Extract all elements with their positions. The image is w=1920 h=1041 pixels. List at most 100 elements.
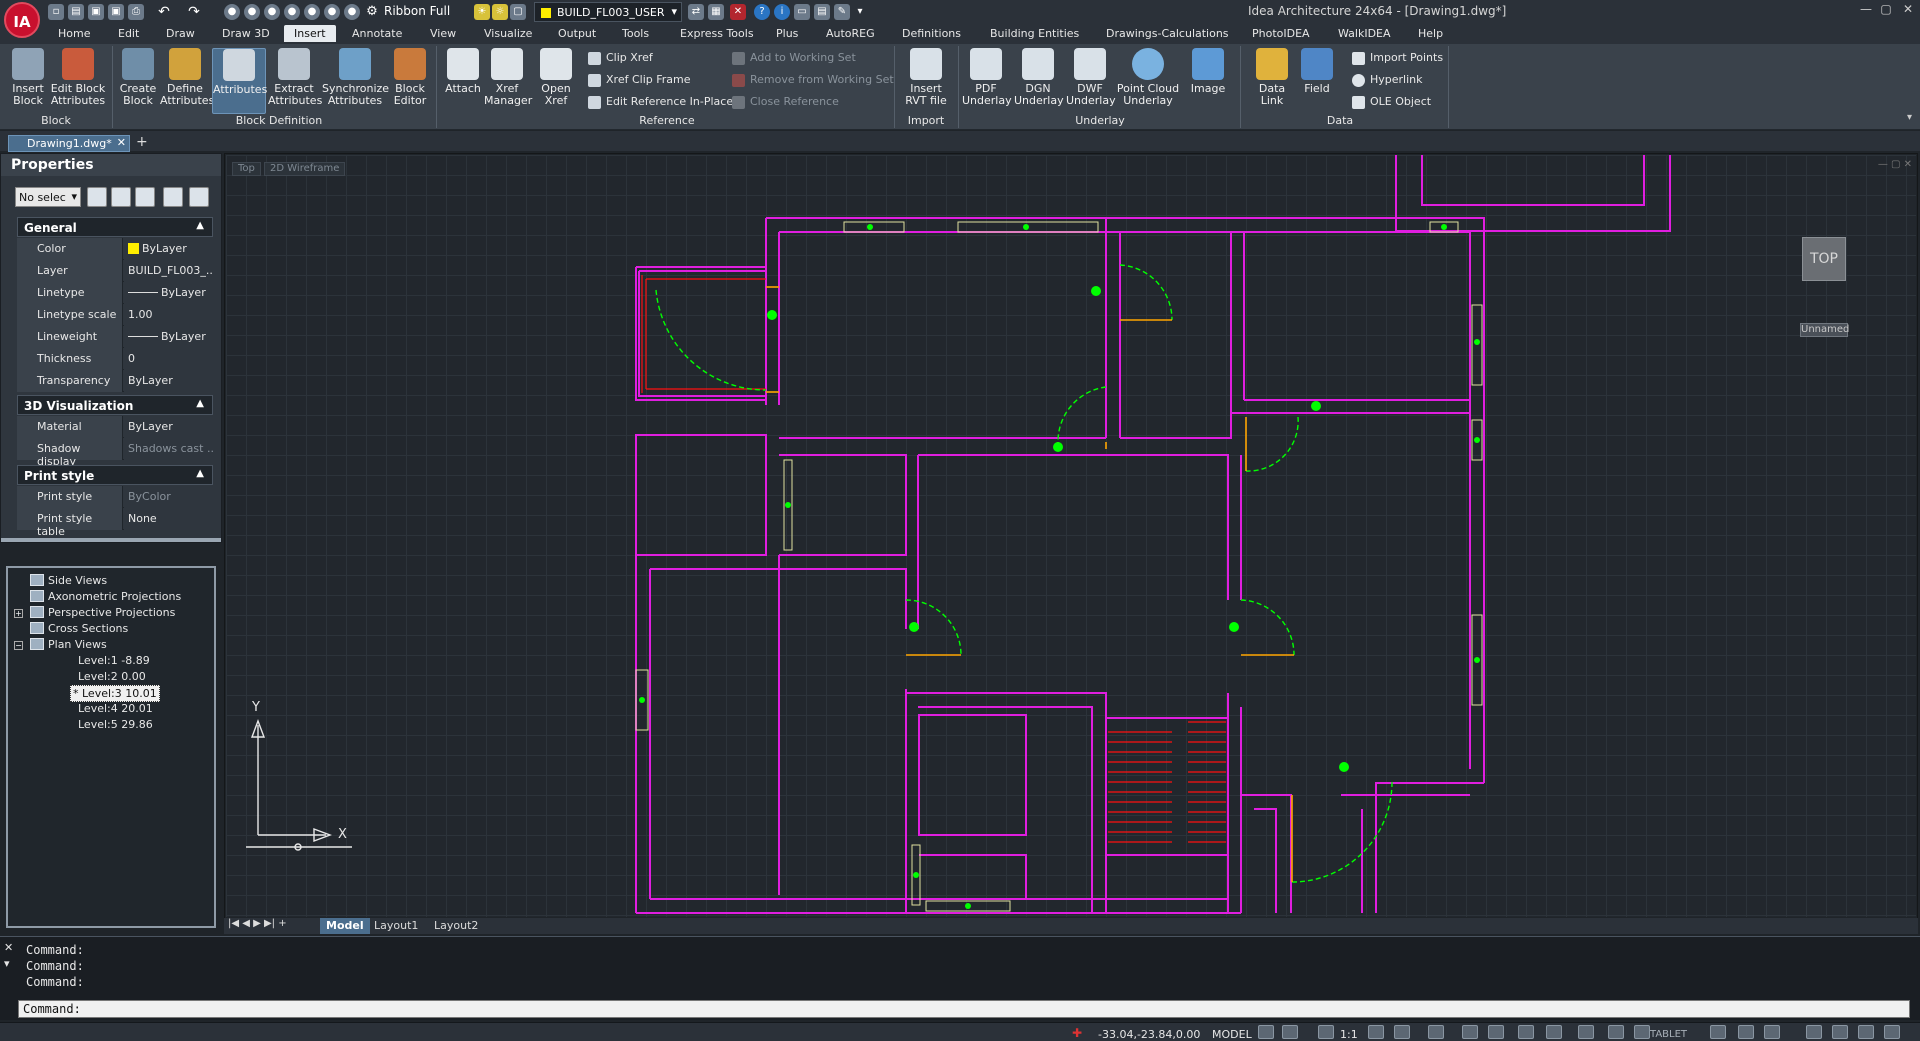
prop-row[interactable]: Print style table None — [17, 508, 213, 538]
maximize-icon[interactable]: ▢ — [1876, 2, 1896, 20]
ortho-icon[interactable] — [1428, 1025, 1444, 1039]
settings-icon[interactable] — [1858, 1025, 1874, 1039]
folder-icon[interactable]: ▭ — [794, 4, 810, 20]
prop-row[interactable]: Lineweight ByLayer — [17, 326, 213, 348]
tab-model[interactable]: Model — [320, 918, 370, 934]
palette-splitter[interactable] — [1, 538, 221, 542]
tab-annotate[interactable]: Annotate — [352, 27, 402, 40]
new-tab-icon[interactable]: + — [136, 134, 148, 150]
light-icon[interactable]: ● — [264, 4, 280, 20]
panel-label-block-definition[interactable]: Block Definition — [214, 114, 344, 127]
tab-help[interactable]: Help — [1418, 27, 1443, 40]
hardware-accel-icon[interactable] — [1738, 1025, 1754, 1039]
tab-autoreg[interactable]: AutoREG — [826, 27, 875, 40]
tab-photoidea[interactable]: PhotoIDEA — [1252, 27, 1310, 40]
tab-insert[interactable]: Insert — [284, 25, 336, 42]
app-logo[interactable]: IA — [4, 2, 40, 38]
select-objects-icon[interactable] — [111, 187, 131, 207]
open-xref-button[interactable]: Open Xref — [534, 48, 578, 107]
annotation-icon[interactable] — [1318, 1025, 1334, 1039]
tree-item-axonometric[interactable]: Axonometric Projections — [30, 590, 181, 603]
edit-reference-in-place-button[interactable]: Edit Reference In-Place — [586, 94, 733, 112]
layout-icon[interactable] — [1832, 1025, 1848, 1039]
pdf-underlay-button[interactable]: PDF Underlay — [962, 48, 1012, 107]
xref-clip-frame-button[interactable]: Xref Clip Frame — [586, 72, 691, 90]
expand-icon[interactable]: + — [14, 609, 23, 618]
field-button[interactable]: Field — [1298, 48, 1336, 95]
camera-icon[interactable]: ● — [324, 4, 340, 20]
hyperlink-button[interactable]: Hyperlink — [1350, 72, 1423, 90]
dwf-underlay-button[interactable]: DWF Underlay — [1066, 48, 1116, 107]
ucs-name-badge[interactable]: Unnamed — [1800, 323, 1849, 337]
data-link-button[interactable]: Data Link — [1250, 48, 1294, 107]
prop-row[interactable]: Layer BUILD_FL003_... — [17, 260, 213, 282]
minimize-icon[interactable]: — — [1856, 2, 1876, 20]
qa-dropdown-icon[interactable]: ▾ — [852, 4, 868, 20]
annotation-scale[interactable]: 1:1 — [1340, 1028, 1358, 1041]
level-item[interactable]: Level:4 20.01 — [78, 702, 153, 715]
globe-icon[interactable]: ● — [304, 4, 320, 20]
section-general[interactable]: General ▲ — [17, 217, 213, 237]
annotation-visibility-icon[interactable] — [1368, 1025, 1384, 1039]
print-icon[interactable]: ⎙ — [128, 4, 144, 20]
prop-row[interactable]: Shadow display Shadows cast ... — [17, 438, 213, 468]
tab-layout2[interactable]: Layout2 — [428, 918, 484, 934]
orbit-icon[interactable]: ● — [224, 4, 240, 20]
drawing-canvas[interactable]: Top 2D Wireframe — ▢ ✕ Y X TOP Unnamed — [226, 155, 1916, 917]
attach-button[interactable]: Attach — [442, 48, 484, 95]
insert-block-button[interactable]: Insert Block — [6, 48, 50, 107]
sun-icon[interactable]: ● — [284, 4, 300, 20]
prop-row[interactable]: Transparency ByLayer — [17, 370, 213, 392]
osnap-icon[interactable] — [1488, 1025, 1504, 1039]
close-reference-button[interactable]: Close Reference — [730, 94, 839, 112]
add-to-working-set-button[interactable]: Add to Working Set — [730, 50, 856, 68]
tab-tools[interactable]: Tools — [622, 27, 649, 40]
prop-row[interactable]: Linetype scale 1.00 — [17, 304, 213, 326]
workspace-icon[interactable] — [1394, 1025, 1410, 1039]
tab-output[interactable]: Output — [558, 27, 596, 40]
xref-manager-button[interactable]: Xref Manager — [484, 48, 532, 107]
import-points-button[interactable]: Import Points — [1350, 50, 1443, 68]
close-command-icon[interactable]: ✕ — [4, 941, 13, 954]
tab-draw[interactable]: Draw — [166, 27, 195, 40]
selection-dropdown[interactable]: No selec ▾ — [15, 187, 81, 207]
tools-icon[interactable]: ▤ — [814, 4, 830, 20]
command-input[interactable]: Command: — [18, 1000, 1910, 1018]
prop-row[interactable]: Print style ByColor — [17, 486, 213, 508]
otrack-icon[interactable] — [1518, 1025, 1534, 1039]
remove-from-working-set-button[interactable]: Remove from Working Set — [730, 72, 894, 90]
tree-item-side-views[interactable]: Side Views — [30, 574, 107, 587]
lineweight-icon[interactable] — [1546, 1025, 1562, 1039]
redo-icon[interactable]: ↷ — [186, 4, 202, 20]
tablet-mode[interactable]: TABLET — [1650, 1029, 1687, 1040]
close-tab-icon[interactable]: ✕ — [117, 136, 126, 149]
prop-row[interactable]: Material ByLayer — [17, 416, 213, 438]
transparency-icon[interactable] — [1578, 1025, 1594, 1039]
point-cloud-underlay-button[interactable]: Point Cloud Underlay — [1116, 48, 1180, 107]
new-icon[interactable]: ▫ — [48, 4, 64, 20]
level-item[interactable]: Level:2 0.00 — [78, 670, 146, 683]
layer-states-icon[interactable]: ▦ — [708, 4, 724, 20]
tree-item-plan-views[interactable]: Plan Views — [30, 638, 107, 651]
coordinate-readout[interactable]: -33.04,-23.84,0.00 — [1098, 1028, 1200, 1041]
view-icon[interactable]: ● — [344, 4, 360, 20]
selection-cycling-icon[interactable] — [1608, 1025, 1624, 1039]
info-icon[interactable]: i — [774, 4, 790, 20]
ole-object-button[interactable]: OLE Object — [1350, 94, 1431, 112]
level-item[interactable]: Level:5 29.86 — [78, 718, 153, 731]
document-tab[interactable]: Drawing1.dwg* ✕ — [8, 135, 130, 152]
save-as-icon[interactable]: ▣ — [108, 4, 124, 20]
insert-rvt-file-button[interactable]: Insert RVT file — [898, 48, 954, 107]
open-icon[interactable]: ▤ — [68, 4, 84, 20]
bulb-icon[interactable]: ☀ — [474, 4, 490, 20]
snap-icon[interactable] — [1282, 1025, 1298, 1039]
tab-walkidea[interactable]: WalkIDEA — [1338, 27, 1391, 40]
settings-gear-icon[interactable]: ⚙ — [364, 4, 380, 20]
image-button[interactable]: Image — [1184, 48, 1232, 95]
ribbon-collapse-icon[interactable]: ▾ — [1907, 112, 1912, 123]
tab-drawings-calculations[interactable]: Drawings-Calculations — [1106, 27, 1229, 40]
tab-draw-3d[interactable]: Draw 3D — [222, 27, 270, 40]
command-menu-icon[interactable]: ▾ — [4, 957, 10, 970]
polar-icon[interactable] — [1462, 1025, 1478, 1039]
layout-nav-arrows[interactable]: |◀ ◀ ▶ ▶| + — [228, 918, 287, 929]
